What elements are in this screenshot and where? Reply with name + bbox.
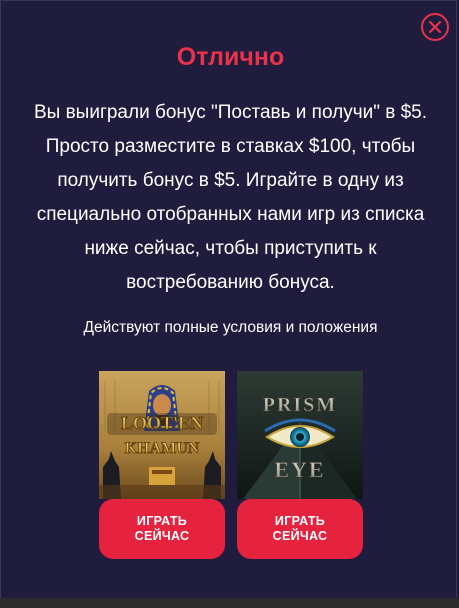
svg-text:PRISM: PRISM	[263, 394, 337, 416]
looten-khamun-artwork: LOOT'EN KHAMUN	[99, 371, 225, 499]
svg-text:EYE: EYE	[274, 457, 325, 482]
prism-eye-artwork: PRISM EYE	[237, 371, 363, 499]
bonus-message: Вы выиграли бонус "Поставь и получи" в $…	[33, 102, 428, 293]
play-now-label: ИГРАТЬ СЕЙЧАС	[272, 514, 328, 543]
game-card-prism-eye: PRISM EYE ИГРАТЬ СЕЙЧАС	[237, 371, 363, 559]
svg-text:KHAMUN: KHAMUN	[125, 440, 200, 457]
game-thumbnail-looten-khamun[interactable]: LOOT'EN KHAMUN	[99, 371, 225, 499]
bonus-dialog: Отлично Вы выиграли бонус "Поставь и пол…	[0, 0, 457, 606]
svg-text:LOOT'EN: LOOT'EN	[121, 413, 203, 433]
play-now-button-looten-khamun[interactable]: ИГРАТЬ СЕЙЧАС	[99, 499, 225, 559]
page-background-strip	[0, 598, 459, 608]
play-now-label: ИГРАТЬ СЕЙЧАС	[134, 514, 190, 543]
game-card-looten-khamun: LOOT'EN KHAMUN ИГРАТЬ СЕЙЧАС	[99, 371, 225, 559]
terms-link[interactable]: Действуют полные условия и положения	[1, 317, 459, 339]
close-icon	[428, 20, 442, 34]
play-now-button-prism-eye[interactable]: ИГРАТЬ СЕЙЧАС	[237, 499, 363, 559]
game-thumbnail-prism-eye[interactable]: PRISM EYE	[237, 371, 363, 499]
close-button[interactable]	[421, 13, 449, 41]
dialog-title: Отлично	[176, 43, 285, 71]
